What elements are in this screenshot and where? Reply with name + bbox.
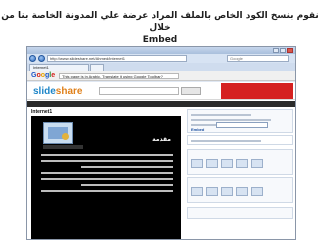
minimize-icon[interactable] xyxy=(273,48,279,53)
google-logo: Google xyxy=(31,72,56,79)
window-titlebar xyxy=(27,47,295,54)
tab-new[interactable] xyxy=(90,64,104,71)
forward-icon[interactable] xyxy=(38,55,45,62)
more-thumbnails[interactable] xyxy=(191,187,263,196)
browser-screenshot: http://www.slideshare.net/Ahmed/internet… xyxy=(26,46,296,240)
related-box xyxy=(187,149,293,175)
viewer-slide-heading: مقدمة xyxy=(152,136,171,143)
google-translate-bar: Google This page is in Arabic. Translate… xyxy=(27,71,295,81)
footer-box xyxy=(187,207,293,219)
back-icon[interactable] xyxy=(29,55,36,62)
slide-viewer[interactable]: مقدمة xyxy=(31,116,181,239)
promo-banner[interactable] xyxy=(221,83,293,99)
slide-title: Internet1 xyxy=(31,109,53,115)
browser-search-box[interactable]: Google xyxy=(227,55,289,62)
translate-message: This page is in Arabic. Translate it usi… xyxy=(59,73,179,79)
slideshare-header: slideshare xyxy=(27,82,295,100)
close-icon[interactable] xyxy=(287,48,293,53)
window-controls xyxy=(273,48,293,53)
slideshare-search-input[interactable] xyxy=(99,87,179,95)
slide-body-text xyxy=(41,154,173,196)
address-row: http://www.slideshare.net/Ahmed/internet… xyxy=(27,54,295,63)
slideshare-search-button[interactable] xyxy=(181,87,201,95)
author-box: Embed xyxy=(187,109,293,133)
related-thumbnails[interactable] xyxy=(191,159,263,168)
slideshare-logo[interactable]: slideshare xyxy=(33,86,82,97)
address-bar[interactable]: http://www.slideshare.net/Ahmed/internet… xyxy=(47,55,187,62)
slide-image xyxy=(43,122,73,144)
embed-options-box[interactable] xyxy=(187,135,293,145)
embed-label: Embed xyxy=(191,127,205,132)
slide-image-caption xyxy=(43,145,83,149)
right-sidebar: Embed xyxy=(187,107,293,239)
caption: نقوم بنسخ الكود الخاص بالملف المراد عرضة… xyxy=(0,10,320,46)
slideshare-page: slideshare Internet1 مقدمة Embed xyxy=(27,82,295,239)
caption-line-2: Embed xyxy=(142,35,178,45)
embed-code-field[interactable] xyxy=(216,122,268,128)
caption-line-1: نقوم بنسخ الكود الخاص بالملف المراد عرضة… xyxy=(1,11,319,33)
maximize-icon[interactable] xyxy=(280,48,286,53)
tab-row: Internet1 xyxy=(27,63,295,71)
more-box xyxy=(187,177,293,203)
tab-internet1[interactable]: Internet1 xyxy=(29,64,89,71)
